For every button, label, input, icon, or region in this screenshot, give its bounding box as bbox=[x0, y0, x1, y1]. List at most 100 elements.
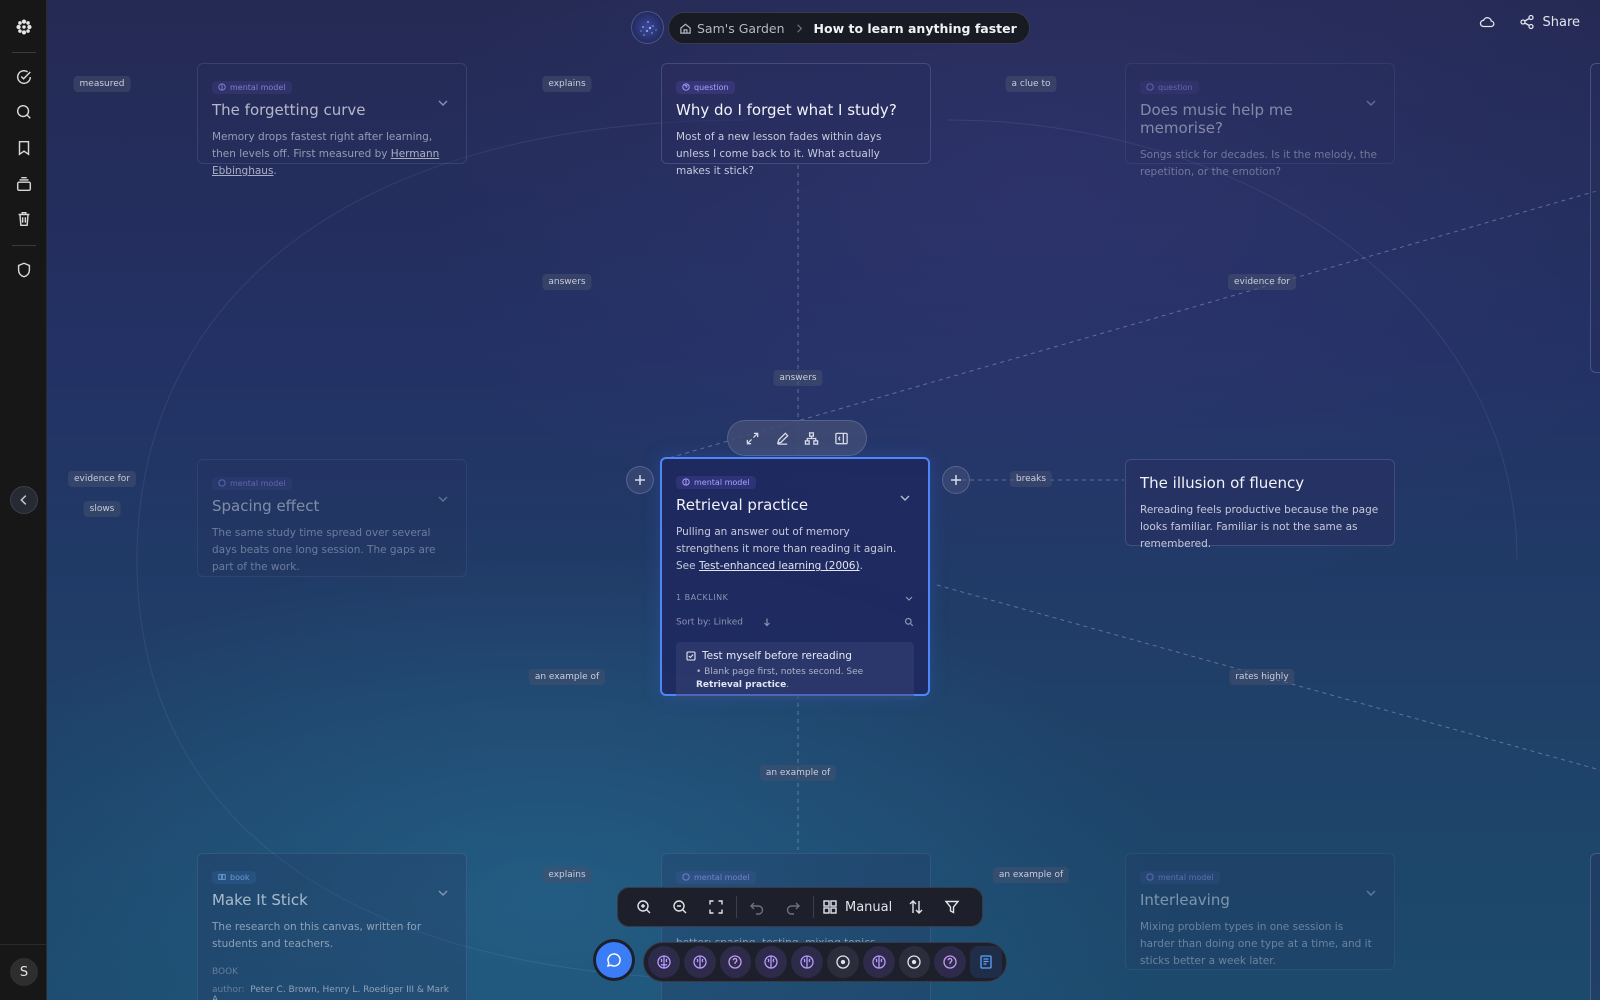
chevron-down-icon[interactable] bbox=[1364, 96, 1378, 110]
book-meta-label: BOOK bbox=[212, 967, 239, 977]
chevron-down-icon[interactable] bbox=[436, 96, 450, 110]
backlink-snippet: • Blank page first, notes second. See Re… bbox=[696, 666, 864, 690]
app-logo-icon[interactable] bbox=[11, 14, 37, 40]
card-type-tag: mental model bbox=[212, 476, 292, 490]
collapse-sidebar-button[interactable] bbox=[10, 486, 38, 514]
backlink-item[interactable]: Test myself before rereading • Blank pag… bbox=[676, 641, 914, 700]
sort-by-label[interactable]: Sort by: Linked bbox=[676, 617, 772, 628]
arrow-down-icon bbox=[763, 618, 770, 627]
card-body: The same study time spread over several … bbox=[212, 527, 436, 573]
card-spacing-effect[interactable]: mental model Spacing effect The same stu… bbox=[197, 459, 467, 577]
plus-icon bbox=[951, 475, 961, 485]
node-chip-circle-icon[interactable] bbox=[898, 946, 931, 978]
breadcrumb-current[interactable]: How to learn anything faster bbox=[814, 21, 1017, 36]
side-panel-icon[interactable] bbox=[831, 428, 851, 448]
filter-icon bbox=[944, 900, 960, 914]
undo-button[interactable] bbox=[739, 893, 775, 921]
node-chip-brain-icon[interactable] bbox=[755, 946, 788, 978]
card-retrieval-practice[interactable]: mental model Retrieval practice Pulling … bbox=[660, 457, 930, 700]
card-toolbar bbox=[727, 420, 867, 456]
edge-label[interactable]: rates highly bbox=[1229, 669, 1295, 685]
edge-label[interactable]: explains bbox=[542, 76, 592, 92]
share-button[interactable]: Share bbox=[1519, 14, 1580, 30]
edge-label[interactable]: slows bbox=[83, 501, 121, 517]
node-chip-question-icon[interactable] bbox=[934, 946, 967, 978]
edge-label[interactable]: an example of bbox=[992, 867, 1070, 883]
card-offscreen-right[interactable] bbox=[1590, 853, 1600, 1000]
chevron-down-icon[interactable] bbox=[898, 491, 912, 505]
edit-icon[interactable] bbox=[772, 428, 792, 448]
node-chip-circle-icon[interactable] bbox=[826, 946, 859, 978]
node-chip-brain-icon[interactable] bbox=[791, 946, 823, 978]
garden-orb[interactable] bbox=[631, 11, 664, 44]
sidebar-divider bbox=[0, 944, 47, 945]
zoom-in-button[interactable] bbox=[626, 893, 662, 921]
edge-label[interactable]: a clue to bbox=[1005, 76, 1057, 92]
brain-icon bbox=[218, 479, 226, 487]
edge-label[interactable]: measured bbox=[73, 76, 131, 92]
brain-icon bbox=[682, 873, 690, 881]
search-icon[interactable] bbox=[11, 99, 37, 125]
card-make-it-stick[interactable]: book Make It Stick The research on this … bbox=[197, 853, 467, 1000]
card-illusion-of-fluency[interactable]: The illusion of fluency Rereading feels … bbox=[1125, 459, 1395, 550]
zoom-out-button[interactable] bbox=[662, 893, 698, 921]
top-right-actions: Share bbox=[1479, 14, 1580, 30]
bookmark-icon[interactable] bbox=[11, 135, 37, 161]
add-left-button[interactable] bbox=[626, 466, 654, 494]
chevron-down-icon[interactable] bbox=[436, 886, 450, 900]
breadcrumb-home[interactable]: Sam's Garden bbox=[679, 21, 785, 36]
backlinks-sort[interactable]: Sort by: Linked bbox=[676, 617, 914, 628]
chevron-down-icon[interactable] bbox=[436, 492, 450, 506]
hierarchy-icon[interactable] bbox=[802, 428, 822, 448]
edge-label[interactable]: an example of bbox=[759, 765, 837, 781]
toolbar-divider bbox=[736, 896, 737, 918]
trash-icon[interactable] bbox=[11, 206, 37, 232]
edge-label[interactable]: evidence for bbox=[67, 471, 137, 487]
search-icon[interactable] bbox=[904, 617, 914, 627]
node-chip-question-icon[interactable] bbox=[719, 946, 752, 978]
check-circle-icon[interactable] bbox=[11, 64, 37, 90]
node-chip-brain-icon[interactable] bbox=[862, 946, 895, 978]
node-chip-book-icon[interactable] bbox=[970, 946, 1002, 978]
redo-button[interactable] bbox=[775, 893, 811, 921]
sort-button[interactable] bbox=[898, 893, 934, 921]
card-forgetting-curve[interactable]: mental model The forgetting curve Memory… bbox=[197, 63, 467, 177]
edge-label[interactable]: evidence for bbox=[1227, 274, 1297, 290]
chevron-left-icon bbox=[20, 495, 27, 505]
canvas[interactable]: measured explains a clue to answers evid… bbox=[47, 0, 1600, 1000]
layout-mode-button[interactable]: Manual bbox=[816, 899, 898, 915]
card-why-do-i-forget[interactable]: question Why do I forget what I study? M… bbox=[661, 63, 931, 177]
filter-button[interactable] bbox=[934, 893, 970, 921]
chat-button[interactable] bbox=[596, 942, 632, 978]
stack-icon[interactable] bbox=[11, 171, 37, 197]
card-interleaving[interactable]: mental model Interleaving Mixing problem… bbox=[1125, 853, 1395, 970]
fit-view-button[interactable] bbox=[698, 893, 734, 921]
card-title: The illusion of fluency bbox=[1140, 474, 1305, 492]
edge-label[interactable]: an example of bbox=[528, 669, 606, 685]
add-right-button[interactable] bbox=[942, 466, 970, 494]
edge-label[interactable]: breaks bbox=[1009, 471, 1053, 487]
edge-label[interactable]: answers bbox=[773, 370, 823, 386]
edge-label[interactable]: explains bbox=[542, 867, 592, 883]
card-offscreen-right[interactable] bbox=[1590, 63, 1600, 373]
card-type-tag: mental model bbox=[212, 80, 292, 94]
node-chip-brain-icon[interactable] bbox=[648, 946, 680, 978]
grid-icon bbox=[823, 900, 837, 914]
plus-icon bbox=[635, 475, 645, 485]
node-type-strip bbox=[643, 942, 1007, 982]
backlink-count: 1 BACKLINK bbox=[676, 593, 729, 602]
card-type-tag: mental model bbox=[1140, 870, 1220, 884]
edge-label[interactable]: answers bbox=[542, 274, 592, 290]
card-type-tag: question bbox=[676, 80, 735, 94]
cloud-sync-icon[interactable] bbox=[1479, 14, 1495, 30]
backlinks-header[interactable]: 1 BACKLINK bbox=[676, 593, 914, 603]
chevron-down-icon[interactable] bbox=[1364, 886, 1378, 900]
book-author-row: author: Peter C. Brown, Henry L. Roedige… bbox=[212, 985, 449, 1000]
node-chip-brain-icon[interactable] bbox=[683, 946, 716, 978]
shield-icon[interactable] bbox=[11, 257, 37, 283]
card-music-memorise[interactable]: question Does music help me memorise? So… bbox=[1125, 63, 1395, 178]
expand-icon[interactable] bbox=[743, 428, 763, 448]
card-link[interactable]: Test-enhanced learning (2006) bbox=[699, 560, 860, 572]
avatar[interactable]: S bbox=[10, 958, 38, 986]
card-body: Pulling an answer out of memory strength… bbox=[676, 526, 897, 572]
